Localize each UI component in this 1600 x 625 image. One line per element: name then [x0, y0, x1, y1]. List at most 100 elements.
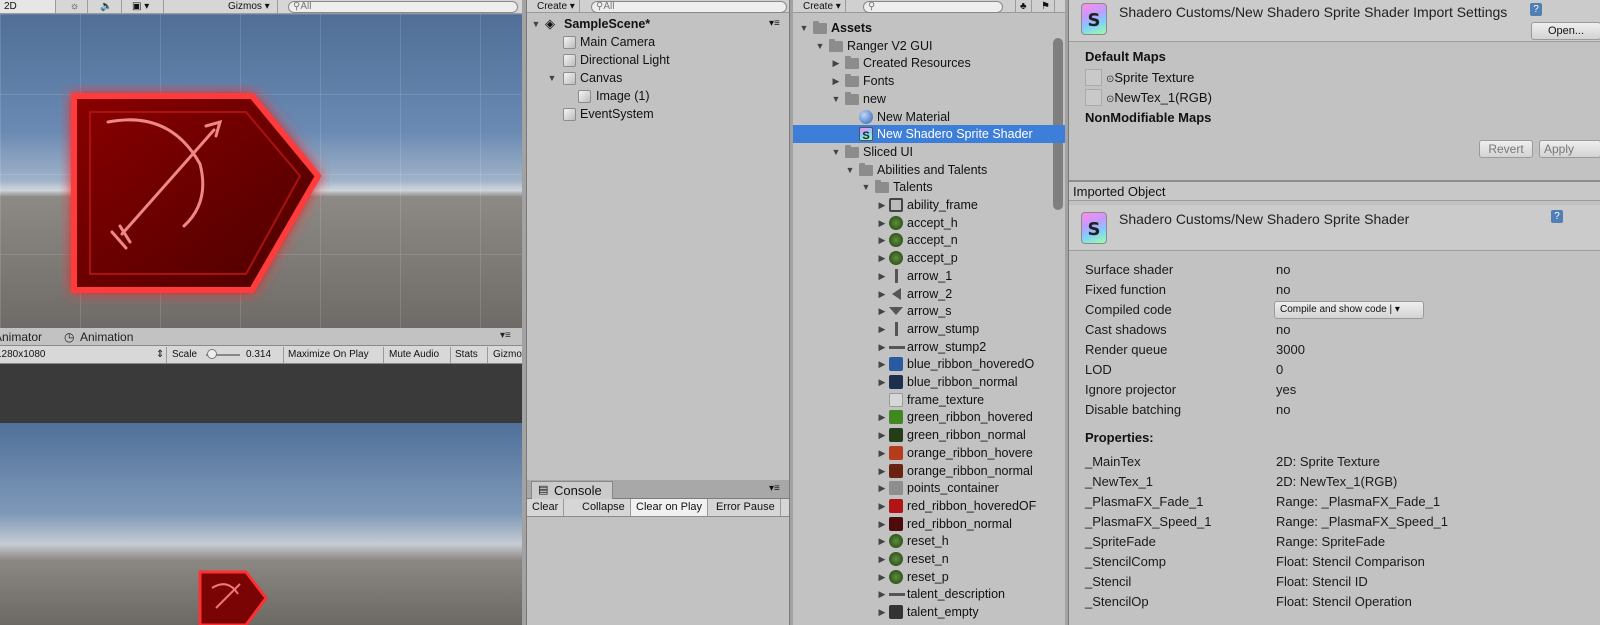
- project-asset[interactable]: ▶ accept_h: [793, 214, 1065, 232]
- expand-arrow-icon[interactable]: ▼: [531, 15, 541, 33]
- expand-arrow-icon[interactable]: ▶: [877, 462, 887, 480]
- hierarchy-create-dropdown[interactable]: Create ▾: [533, 0, 580, 13]
- project-asset[interactable]: ▶ reset_p: [793, 568, 1065, 586]
- hierarchy-item[interactable]: EventSystem: [527, 105, 789, 123]
- expand-arrow-icon[interactable]: ▶: [877, 585, 887, 603]
- collapse-button[interactable]: Collapse: [577, 499, 631, 516]
- expand-arrow-icon[interactable]: ▼: [547, 69, 557, 87]
- expand-arrow-icon[interactable]: ▶: [877, 426, 887, 444]
- expand-arrow-icon[interactable]: ▶: [877, 196, 887, 214]
- project-folder[interactable]: ▶ Fonts: [793, 72, 1065, 90]
- light-icon[interactable]: ☼: [66, 0, 88, 13]
- project-asset[interactable]: ▶ arrow_2: [793, 285, 1065, 303]
- expand-arrow-icon[interactable]: ▶: [877, 568, 887, 586]
- scale-slider-handle[interactable]: [207, 349, 217, 359]
- project-asset[interactable]: ▶ arrow_stump: [793, 320, 1065, 338]
- expand-arrow-icon[interactable]: ▶: [877, 479, 887, 497]
- project-asset[interactable]: ▶ accept_n: [793, 231, 1065, 249]
- project-create-dropdown[interactable]: Create ▾: [799, 0, 846, 13]
- expand-arrow-icon[interactable]: ▶: [877, 249, 887, 267]
- hierarchy-item[interactable]: Image (1): [527, 87, 789, 105]
- error-pause-toggle[interactable]: Error Pause: [711, 499, 781, 516]
- expand-arrow-icon[interactable]: ▶: [877, 320, 887, 338]
- resolution-dropdown[interactable]: 1280x1080: [0, 349, 46, 360]
- project-folder[interactable]: ▼ Abilities and Talents: [793, 161, 1065, 179]
- hierarchy-item[interactable]: Directional Light: [527, 51, 789, 69]
- expand-arrow-icon[interactable]: ▶: [877, 550, 887, 568]
- expand-arrow-icon[interactable]: ▶: [877, 444, 887, 462]
- scene-view[interactable]: 2D ☼ 🔈 ▣ ▾ Gizmos ▾ ⚲All: [0, 0, 522, 328]
- project-asset[interactable]: frame_texture: [793, 391, 1065, 409]
- tab-animator[interactable]: Animator: [0, 330, 42, 344]
- project-asset[interactable]: ▶ arrow_stump2: [793, 338, 1065, 356]
- project-asset[interactable]: ▶ red_ribbon_normal: [793, 515, 1065, 533]
- tab-console[interactable]: ▤ Console: [531, 481, 613, 499]
- project-folder[interactable]: ▼ Talents: [793, 178, 1065, 196]
- project-folder[interactable]: ▼ Assets: [793, 19, 1065, 37]
- project-asset[interactable]: ▶ talent_empty: [793, 603, 1065, 621]
- expand-arrow-icon[interactable]: ▼: [831, 90, 841, 108]
- help-icon[interactable]: ?: [1530, 3, 1542, 16]
- expand-arrow-icon[interactable]: ▶: [877, 285, 887, 303]
- project-folder[interactable]: ▶ Created Resources: [793, 54, 1065, 72]
- project-folder[interactable]: ▼ Sliced UI: [793, 143, 1065, 161]
- default-map-sprite-texture[interactable]: ⊙Sprite Texture: [1106, 70, 1194, 85]
- 2d-toggle[interactable]: 2D: [0, 0, 56, 13]
- expand-arrow-icon[interactable]: ▶: [877, 497, 887, 515]
- hierarchy-item[interactable]: ▼ Canvas: [527, 69, 789, 87]
- expand-arrow-icon[interactable]: ▶: [877, 532, 887, 550]
- project-asset[interactable]: ▶ reset_h: [793, 532, 1065, 550]
- effects-icon[interactable]: ▣ ▾: [128, 0, 164, 13]
- gizmos-dropdown[interactable]: Gizmos ▾: [224, 0, 278, 13]
- project-asset[interactable]: ▶ arrow_s: [793, 302, 1065, 320]
- project-asset[interactable]: ▶ orange_ribbon_normal: [793, 462, 1065, 480]
- expand-arrow-icon[interactable]: ▼: [861, 178, 871, 196]
- expand-arrow-icon[interactable]: ▶: [877, 355, 887, 373]
- project-asset[interactable]: ▶ green_ribbon_hovered: [793, 408, 1065, 426]
- expand-arrow-icon[interactable]: ▶: [831, 72, 841, 90]
- expand-arrow-icon[interactable]: ▼: [845, 161, 855, 179]
- game-view[interactable]: Animator ◷ Animation ▾≡ 1280x1080 ⇕ Scal…: [0, 328, 522, 625]
- filter-type-icon[interactable]: ♣: [1015, 0, 1032, 13]
- clear-button[interactable]: Clear: [527, 499, 565, 516]
- project-asset[interactable]: ▶ talent_description: [793, 585, 1065, 603]
- maximize-on-play-toggle[interactable]: Maximize On Play: [288, 349, 369, 360]
- project-search-input[interactable]: ⚲: [863, 1, 1003, 13]
- expand-arrow-icon[interactable]: ▶: [877, 231, 887, 249]
- project-asset[interactable]: ▶ ability_frame: [793, 196, 1065, 214]
- project-asset[interactable]: ▶ orange_ribbon_hovere: [793, 444, 1065, 462]
- tab-animation[interactable]: Animation: [80, 330, 133, 344]
- mute-audio-toggle[interactable]: Mute Audio: [389, 349, 439, 360]
- scene-row[interactable]: ▼ ◈ SampleScene* ▾≡: [527, 15, 789, 33]
- stats-toggle[interactable]: Stats: [455, 349, 478, 360]
- scene-menu-icon[interactable]: ▾≡: [769, 15, 780, 33]
- expand-arrow-icon[interactable]: ▶: [877, 338, 887, 356]
- texture-slot[interactable]: [1085, 69, 1102, 86]
- project-asset[interactable]: New Material: [793, 108, 1065, 126]
- project-asset[interactable]: ▶ arrow_1: [793, 267, 1065, 285]
- expand-arrow-icon[interactable]: ▶: [877, 267, 887, 285]
- gizmos-toggle[interactable]: Gizmos: [493, 349, 522, 360]
- hierarchy-item[interactable]: Main Camera: [527, 33, 789, 51]
- help-icon[interactable]: ?: [1551, 210, 1563, 223]
- texture-slot[interactable]: [1085, 89, 1102, 106]
- clear-on-play-toggle[interactable]: Clear on Play: [631, 499, 709, 516]
- default-map-newtex[interactable]: ⊙NewTex_1(RGB): [1106, 90, 1212, 105]
- panel-menu-icon[interactable]: ▾≡: [769, 483, 780, 494]
- expand-arrow-icon[interactable]: ▶: [877, 302, 887, 320]
- project-asset[interactable]: S New Shadero Sprite Shader: [793, 125, 1065, 144]
- panel-menu-icon[interactable]: ▾≡: [500, 330, 511, 341]
- project-asset[interactable]: ▶ reset_n: [793, 550, 1065, 568]
- expand-arrow-icon[interactable]: ▶: [877, 214, 887, 232]
- scene-search-input[interactable]: ⚲All: [288, 1, 518, 13]
- project-asset[interactable]: ▶ points_container: [793, 479, 1065, 497]
- filter-label-icon[interactable]: ⚑: [1037, 0, 1055, 13]
- project-asset[interactable]: ▶ blue_ribbon_normal: [793, 373, 1065, 391]
- expand-arrow-icon[interactable]: ▶: [877, 373, 887, 391]
- audio-icon[interactable]: 🔈: [96, 0, 122, 13]
- project-folder[interactable]: ▼ Ranger V2 GUI: [793, 37, 1065, 55]
- expand-arrow-icon[interactable]: ▼: [799, 19, 809, 37]
- expand-arrow-icon[interactable]: ▼: [831, 143, 841, 161]
- expand-arrow-icon[interactable]: ▼: [815, 37, 825, 55]
- revert-button[interactable]: Revert: [1479, 140, 1533, 158]
